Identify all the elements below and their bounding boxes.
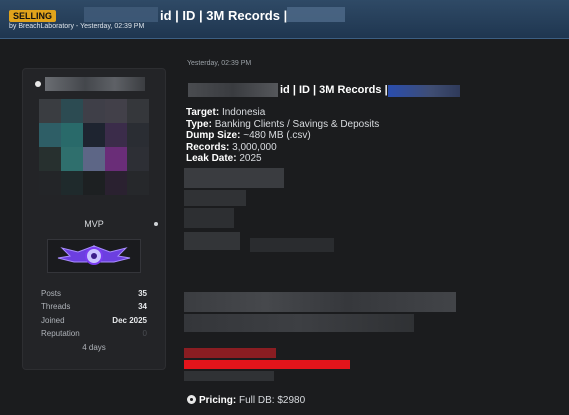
detail-type: Type: Banking Clients / Savings & Deposi…: [186, 119, 379, 131]
detail-target: Target: Indonesia: [186, 107, 379, 119]
status-dot-icon: [154, 222, 158, 226]
online-dot-icon: [35, 81, 41, 87]
redacted-block: [184, 232, 240, 250]
detail-leak-date-value: 2025: [239, 153, 262, 164]
detail-type-label: Type:: [186, 118, 212, 130]
stat-joined-value: Dec 2025: [112, 316, 147, 325]
redacted-block: [184, 190, 246, 206]
redacted-block: [184, 314, 414, 332]
thread-header: SELLING id | ID | 3M Records | by Breach…: [0, 0, 569, 39]
stat-threads-label: Threads: [41, 302, 71, 311]
post-details: Target: Indonesia Type: Banking Clients …: [186, 107, 379, 165]
avatar[interactable]: [39, 99, 149, 195]
stat-reputation-label: Reputation: [41, 329, 80, 338]
detail-leak-date: Leak Date: 2025: [186, 153, 379, 165]
pricing-value: Full DB: $2980: [239, 395, 306, 406]
stat-reputation: Reputation 0: [41, 329, 147, 338]
stat-joined: Joined Dec 2025: [41, 316, 147, 325]
pricing-line: Pricing: Full DB: $2980: [187, 394, 305, 406]
detail-dump-size-value: ~480 MB (.csv): [243, 130, 311, 141]
redacted-block: [184, 168, 284, 188]
mvp-badge-icon: [47, 239, 141, 273]
stat-threads: Threads 34: [41, 302, 147, 311]
pricing-label: Pricing:: [199, 395, 237, 406]
detail-records: Records: 3,000,000: [186, 142, 379, 154]
detail-dump-size-label: Dump Size:: [186, 130, 241, 141]
stat-threads-value[interactable]: 34: [138, 302, 147, 311]
bullet-icon: [187, 395, 196, 404]
selling-tag[interactable]: SELLING: [9, 10, 57, 22]
post-date[interactable]: Yesterday, 02:39 PM: [187, 60, 251, 67]
redacted-title-end: [287, 7, 345, 22]
stat-posts-value[interactable]: 35: [138, 289, 147, 298]
last-seen: 4 days: [82, 343, 106, 352]
detail-dump-size: Dump Size: ~480 MB (.csv): [186, 130, 379, 142]
detail-records-label: Records:: [186, 141, 230, 153]
stat-posts-label: Posts: [41, 289, 62, 298]
redacted-block: [184, 371, 274, 381]
stat-joined-label: Joined: [41, 316, 65, 325]
detail-target-value: Indonesia: [221, 107, 266, 118]
detail-records-value: 3,000,000: [232, 141, 277, 153]
thread-byline[interactable]: by BreachLaboratory - Yesterday, 02:39 P…: [9, 23, 144, 30]
redacted-block: [184, 208, 234, 228]
redacted-username[interactable]: [45, 77, 145, 91]
stat-posts: Posts 35: [41, 289, 147, 298]
redacted-link-bar[interactable]: [184, 360, 350, 369]
detail-type-value: Banking Clients / Savings & Deposits: [214, 118, 380, 130]
redacted-title-start: [84, 7, 158, 22]
redacted-block: [250, 238, 334, 252]
post-title: id | ID | 3M Records |: [280, 84, 388, 96]
user-rank: MVP: [84, 219, 104, 229]
detail-leak-date-label: Leak Date:: [186, 153, 237, 164]
redacted-block: [184, 348, 276, 358]
stat-reputation-value[interactable]: 0: [143, 329, 147, 338]
redacted-post-title-end: [388, 85, 460, 97]
redacted-block: [184, 292, 456, 312]
author-card: MVP Posts 35 Threads 34 Joined Dec 2025 …: [22, 68, 166, 370]
thread-title: id | ID | 3M Records |: [160, 8, 288, 23]
redacted-post-title-start: [188, 83, 278, 97]
detail-target-label: Target:: [186, 107, 220, 118]
